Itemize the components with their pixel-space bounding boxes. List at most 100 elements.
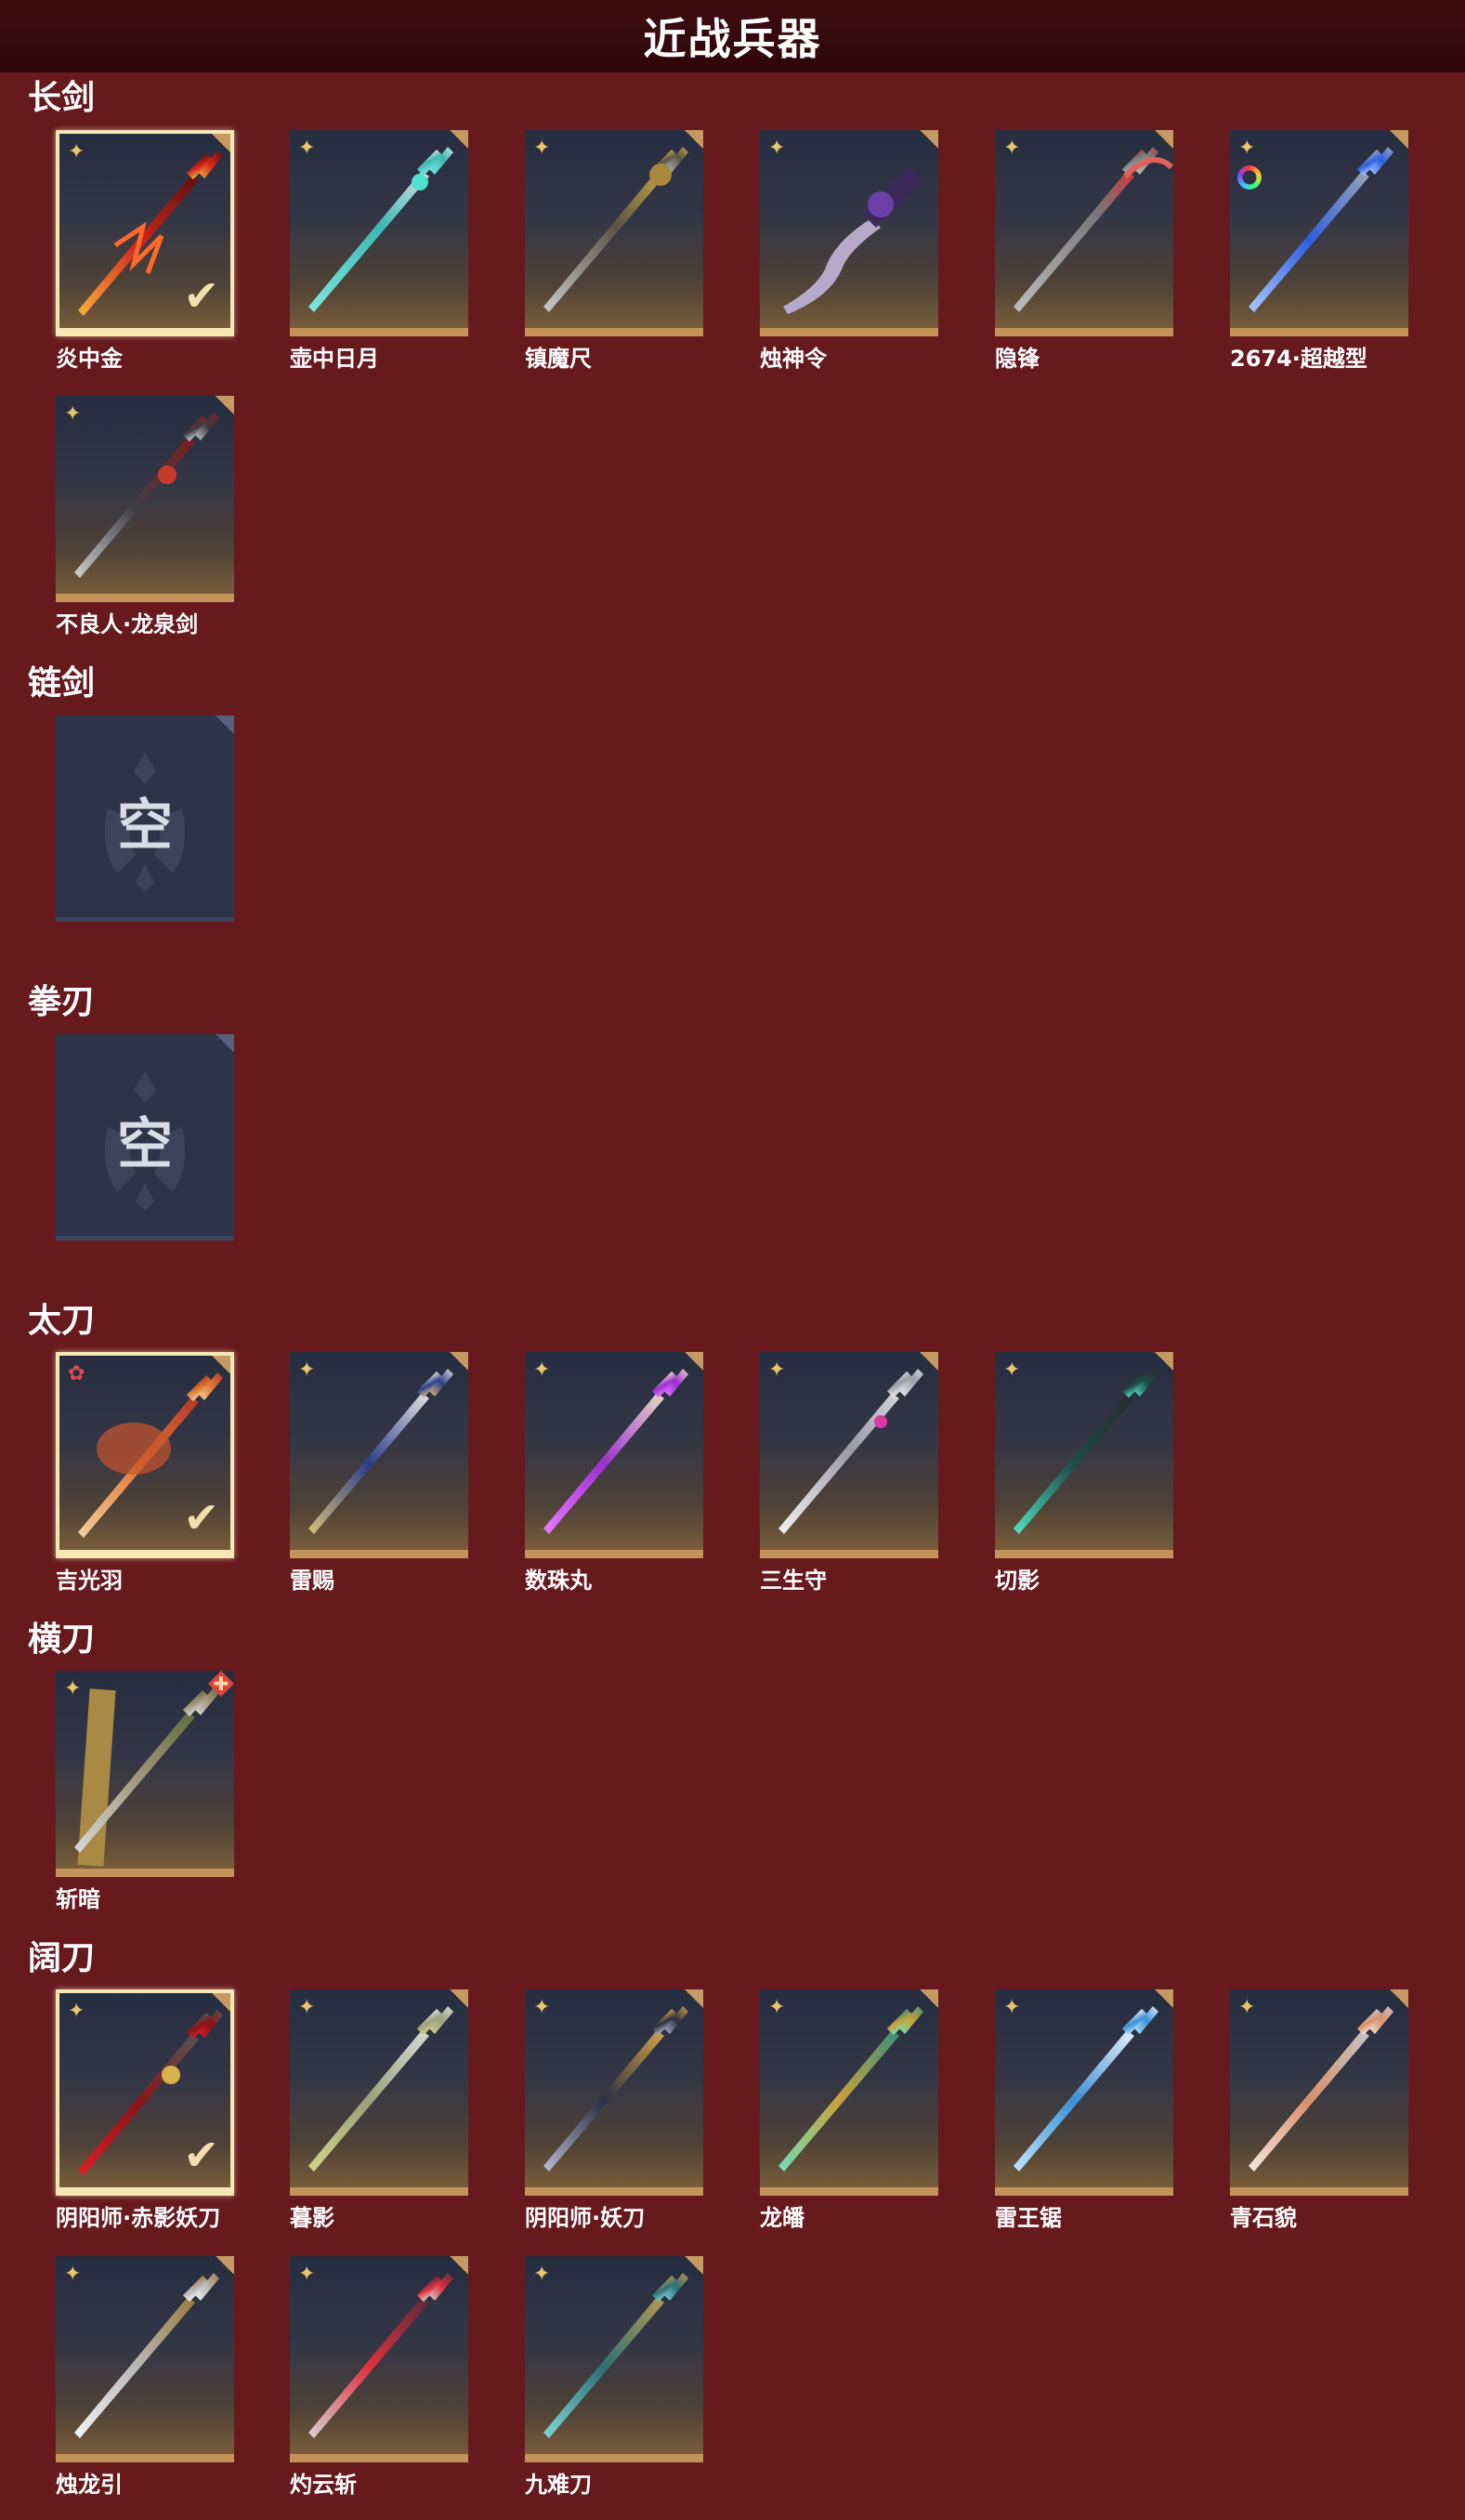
gold-shuriken-icon: ✦ — [533, 1358, 551, 1382]
page-title: 近战兵器 — [643, 14, 822, 64]
gold-shuriken-icon: ✦ — [68, 140, 85, 164]
empty-slot[interactable]: 空 — [56, 1034, 234, 1242]
gold-shuriken-icon: ✦ — [1003, 1358, 1021, 1382]
empty-slot[interactable]: 空 — [56, 715, 234, 924]
gold-shuriken-icon: ✦ — [768, 1358, 786, 1382]
weapon-name: 隐锋 — [995, 346, 1040, 372]
gold-shuriken-icon: ✦ — [298, 1996, 316, 2019]
empty-tile: 空 — [56, 715, 234, 922]
weapon-card[interactable]: ✦ 数珠丸 — [525, 1352, 703, 1594]
section-title-fistblade: 拳刃 — [28, 983, 96, 1021]
weapon-image — [543, 1369, 688, 1534]
weapon-name: 切影 — [995, 1568, 1040, 1594]
weapon-card[interactable]: ✦ 九难刀 — [525, 2256, 703, 2498]
weapon-tile: ✦ — [525, 1352, 703, 1558]
weapon-image — [543, 2273, 688, 2438]
gold-shuriken-icon: ✦ — [1003, 137, 1021, 160]
weapon-tile: ✿ ✔ — [56, 1352, 234, 1558]
weapon-name: 镇魔尺 — [525, 346, 592, 372]
empty-tile: 空 — [56, 1034, 234, 1240]
corner-tab-icon — [212, 1356, 230, 1374]
equipped-check-icon: ✔ — [183, 2130, 219, 2180]
weapon-image — [1249, 2006, 1393, 2172]
corner-tab-icon — [920, 1989, 938, 2008]
weapon-name: 炎中金 — [56, 346, 123, 372]
gold-shuriken-icon: ✦ — [298, 1358, 316, 1382]
weapon-card[interactable]: ✿ ✔ 吉光羽 — [56, 1352, 234, 1594]
corner-tab-icon — [216, 396, 234, 414]
weapon-image — [308, 2006, 453, 2172]
weapon-tile: ✦ — [760, 1989, 938, 2196]
corner-tab-icon — [920, 1352, 938, 1371]
weapon-card[interactable]: ✦ 切影 — [995, 1352, 1173, 1594]
weapon-name: 数珠丸 — [525, 1568, 592, 1594]
weapon-tile: ✦ — [56, 396, 234, 602]
weapon-card[interactable]: ✦ 壶中日月 — [290, 130, 468, 372]
corner-tab-icon — [685, 1352, 703, 1371]
weapon-tile: ✦ — [290, 1989, 468, 2196]
section-title-chainsword: 链剑 — [28, 664, 96, 702]
weapon-image — [778, 2006, 923, 2172]
equipped-check-icon: ✔ — [183, 1492, 219, 1542]
weapon-card[interactable]: ✦ ✚ 斩暗 — [56, 1671, 234, 1912]
weapon-image — [74, 2273, 219, 2438]
gold-shuriken-icon: ✦ — [1238, 137, 1256, 160]
weapon-name: 吉光羽 — [56, 1568, 123, 1594]
gold-shuriken-icon: ✦ — [1003, 1996, 1021, 2019]
section-title-greatblade: 阔刀 — [28, 1939, 96, 1977]
weapon-tile: ✦ ✔ — [56, 1989, 234, 2196]
weapon-tile: ✦ — [525, 130, 703, 336]
corner-tab-icon — [1155, 1989, 1173, 2008]
corner-tab-icon — [216, 1034, 234, 1053]
corner-tab-icon — [685, 130, 703, 149]
weapon-card[interactable]: ✦ 烛神令 — [760, 130, 938, 372]
rainbow-ring-icon — [1237, 165, 1262, 190]
corner-tab-icon — [920, 130, 938, 149]
weapon-image — [1014, 2006, 1158, 2172]
weapon-image — [543, 147, 688, 312]
gold-shuriken-icon: ✦ — [533, 2263, 551, 2286]
weapon-image — [74, 1687, 219, 1867]
corner-tab-icon — [212, 134, 230, 152]
weapon-card[interactable]: ✦ 2674·超越型 — [1230, 130, 1408, 372]
weapon-name: 青石貌 — [1230, 2205, 1297, 2231]
gold-shuriken-icon: ✦ — [298, 2263, 316, 2286]
weapon-card[interactable]: ✦ 灼云斩 — [290, 2256, 468, 2498]
corner-tab-icon — [685, 2256, 703, 2275]
weapon-image — [74, 413, 219, 578]
weapon-tile: ✦ — [525, 2256, 703, 2462]
weapon-name: 雷赐 — [290, 1568, 334, 1594]
weapon-card[interactable]: ✦ 雷赐 — [290, 1352, 468, 1594]
weapon-image — [1249, 147, 1393, 312]
weapon-card[interactable]: ✦ 隐锋 — [995, 130, 1173, 372]
weapon-name: 九难刀 — [525, 2472, 592, 2498]
weapon-card[interactable]: ✦ 烛龙引 — [56, 2256, 234, 2498]
weapon-tile: ✦ — [290, 1352, 468, 1558]
weapon-card[interactable]: ✦ 镇魔尺 — [525, 130, 703, 372]
weapon-card[interactable]: ✦ 三生守 — [760, 1352, 938, 1594]
corner-tab-icon — [685, 1989, 703, 2008]
corner-tab-icon — [450, 1989, 468, 2008]
weapon-card[interactable]: ✦ 青石貌 — [1230, 1989, 1408, 2231]
weapon-card[interactable]: ✦ ✔ 炎中金 — [56, 130, 234, 372]
weapon-image — [783, 167, 922, 314]
gold-shuriken-icon: ✦ — [768, 137, 786, 160]
weapon-name: 暮影 — [290, 2205, 334, 2231]
weapon-image — [308, 2273, 453, 2438]
weapon-card[interactable]: ✦ 不良人·龙泉剑 — [56, 396, 234, 637]
weapon-card[interactable]: ✦ 暮影 — [290, 1989, 468, 2231]
corner-tab-icon — [450, 1352, 468, 1371]
weapon-card[interactable]: ✦ 雷王锯 — [995, 1989, 1173, 2231]
weapon-card[interactable]: ✦ 龙皤 — [760, 1989, 938, 2231]
weapon-name: 烛神令 — [760, 346, 827, 372]
weapon-image — [543, 2006, 688, 2172]
corner-tab-icon — [1155, 130, 1173, 149]
weapon-tile: ✦ ✔ — [56, 130, 234, 336]
weapon-card[interactable]: ✦ ✔ 阴阳师·赤影妖刀 — [56, 1989, 234, 2231]
weapon-image — [1014, 1369, 1158, 1534]
weapon-name: 三生守 — [760, 1568, 827, 1594]
corner-tab-icon — [212, 1993, 230, 2012]
weapon-card[interactable]: ✦ 阴阳师·妖刀 — [525, 1989, 703, 2231]
weapon-name: 不良人·龙泉剑 — [56, 611, 199, 637]
gold-shuriken-icon: ✦ — [64, 402, 82, 426]
